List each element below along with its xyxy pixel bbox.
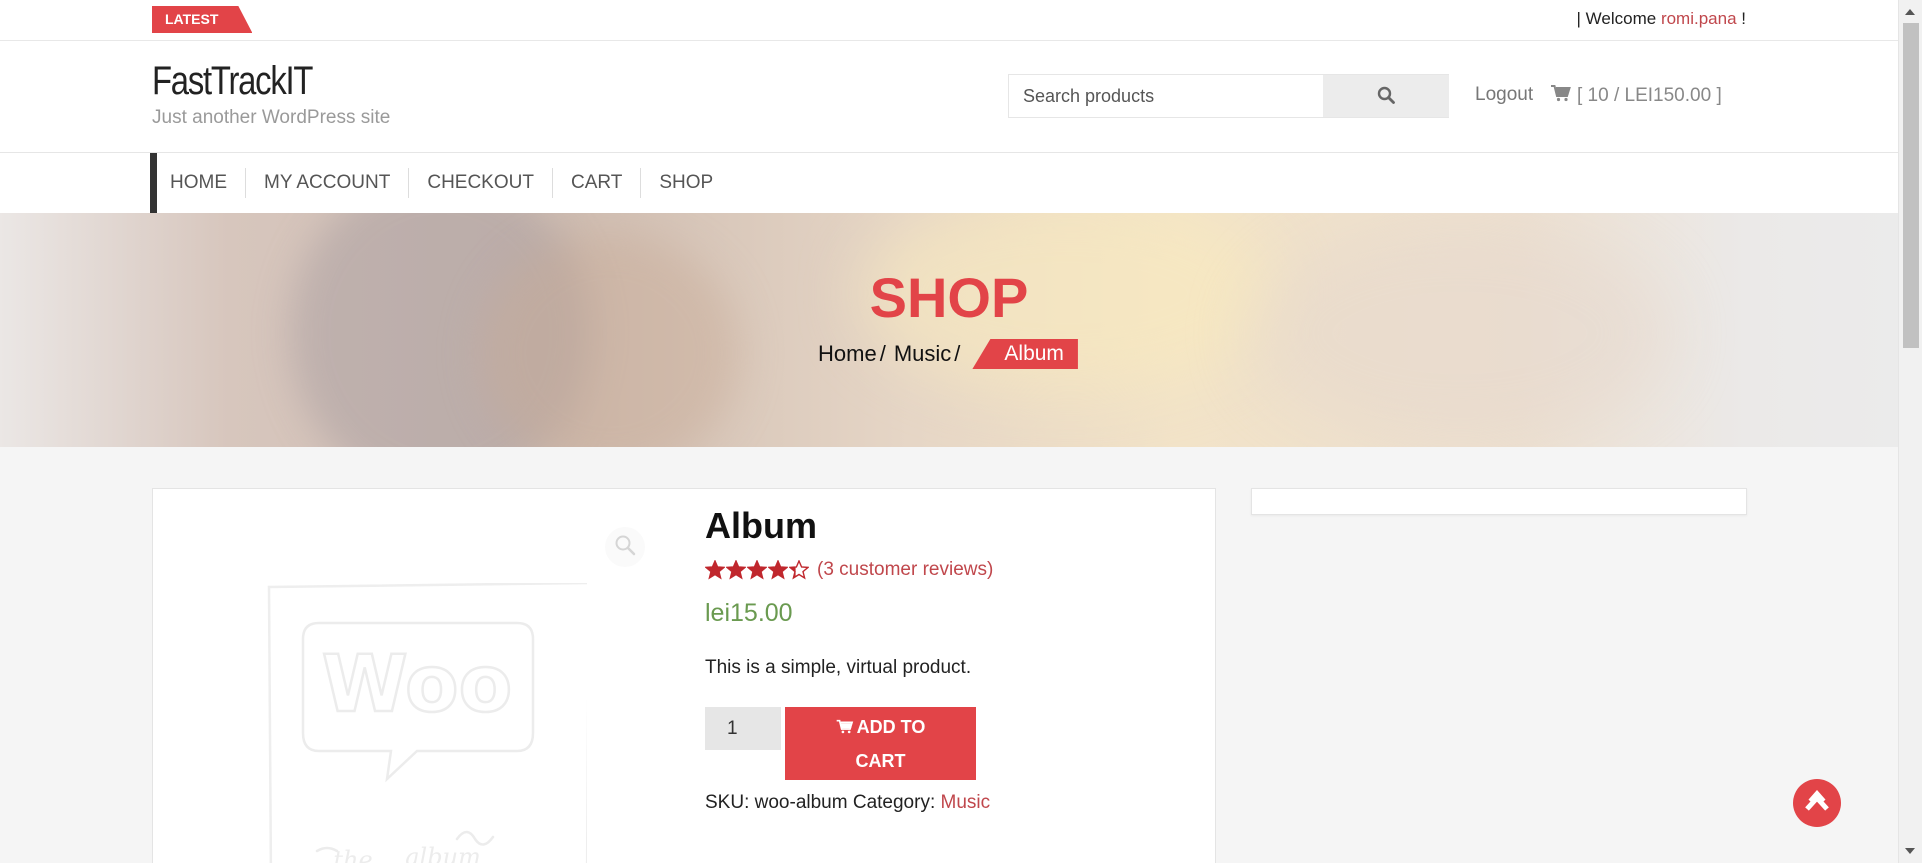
site-tagline: Just another WordPress site <box>152 107 391 128</box>
product-image[interactable]: Woo the album <box>167 503 667 863</box>
header-cart[interactable]: [ 10 / LEI150.00 ] <box>1551 84 1722 108</box>
site-title[interactable]: FastTrackIT <box>152 59 313 104</box>
page-scrollbar[interactable] <box>1898 0 1922 863</box>
welcome-text: | Welcome romi.pana ! <box>1577 9 1746 29</box>
cart-icon <box>836 717 857 737</box>
product-title: Album <box>705 505 817 546</box>
breadcrumb: Home / Music / Album <box>818 339 1078 369</box>
nav-item-home[interactable]: HOME <box>157 168 245 198</box>
woo-album-placeholder-image: Woo the album <box>267 583 587 863</box>
magnifier-icon <box>614 534 636 561</box>
cart-summary: [ 10 / LEI150.00 ] <box>1577 85 1722 106</box>
sku-value: woo-album <box>754 792 848 813</box>
nav-menu: HOME MY ACCOUNT CHECKOUT CART SHOP <box>157 153 731 213</box>
search-button[interactable] <box>1323 75 1449 117</box>
sidebar-widget <box>1251 488 1747 515</box>
search-form <box>1008 74 1449 118</box>
nav-accent-bar <box>150 153 157 213</box>
image-caption-album: album <box>405 843 481 863</box>
site-header: FastTrackIT Just another WordPress site … <box>0 41 1898 153</box>
chevron-up-icon <box>1804 789 1830 817</box>
category-label: Category: <box>852 792 936 813</box>
main-navigation: HOME MY ACCOUNT CHECKOUT CART SHOP <box>0 153 1898 213</box>
add-to-cart-label-line2: CART <box>855 750 906 771</box>
category-link-music[interactable]: Music <box>941 792 991 813</box>
woo-logo-text: Woo <box>322 640 512 730</box>
star-icon <box>768 560 788 580</box>
username-link[interactable]: romi.pana <box>1661 9 1737 28</box>
product-rating: (3 customer reviews) <box>705 559 993 581</box>
star-icon <box>726 560 746 580</box>
product-card: Woo the album Album (3 customer reviews)… <box>152 488 1216 863</box>
breadcrumb-separator: / <box>954 341 961 366</box>
welcome-prefix: | Welcome <box>1576 9 1661 28</box>
nav-item-my-account[interactable]: MY ACCOUNT <box>245 168 408 198</box>
latest-badge: LATEST <box>152 6 253 33</box>
scrollbar-thumb[interactable] <box>1903 23 1919 348</box>
customer-reviews-link[interactable]: (3 customer reviews) <box>817 559 993 581</box>
logout-link[interactable]: Logout <box>1475 84 1533 106</box>
nav-item-shop[interactable]: SHOP <box>640 168 731 198</box>
breadcrumb-current: Album <box>972 339 1078 369</box>
zoom-button[interactable] <box>605 527 645 567</box>
top-bar: LATEST | Welcome romi.pana ! <box>0 0 1898 41</box>
breadcrumb-music[interactable]: Music <box>894 341 951 367</box>
back-to-top-button[interactable] <box>1793 779 1841 827</box>
welcome-suffix: ! <box>1736 9 1746 28</box>
sku-label: SKU: <box>705 792 750 813</box>
breadcrumb-separator: / <box>879 341 886 366</box>
hero-background-shape <box>1250 223 1670 443</box>
star-icon <box>705 560 725 580</box>
search-icon <box>1377 86 1395 107</box>
add-to-cart-label-line1: ADD TO <box>856 716 926 737</box>
star-rating <box>705 560 809 580</box>
star-icon <box>789 560 809 580</box>
product-meta: SKU: woo-album Category: Music <box>705 792 990 814</box>
product-price: lei15.00 <box>705 599 793 627</box>
star-icon <box>747 560 767 580</box>
scroll-down-arrow[interactable] <box>1905 848 1915 854</box>
image-caption-the: the <box>333 846 372 863</box>
add-to-cart-button[interactable]: ADD TO CART <box>785 707 976 780</box>
cart-icon <box>1551 84 1571 108</box>
quantity-input[interactable] <box>705 707 781 750</box>
product-short-description: This is a simple, virtual product. <box>705 657 972 678</box>
nav-item-cart[interactable]: CART <box>551 168 640 198</box>
page-title: SHOP <box>869 266 1029 329</box>
page-hero-banner: SHOP Home / Music / Album <box>0 213 1898 447</box>
nav-item-checkout[interactable]: CHECKOUT <box>408 168 552 198</box>
scroll-up-arrow[interactable] <box>1905 9 1915 15</box>
search-input[interactable] <box>1009 75 1323 117</box>
breadcrumb-home[interactable]: Home <box>818 341 877 367</box>
